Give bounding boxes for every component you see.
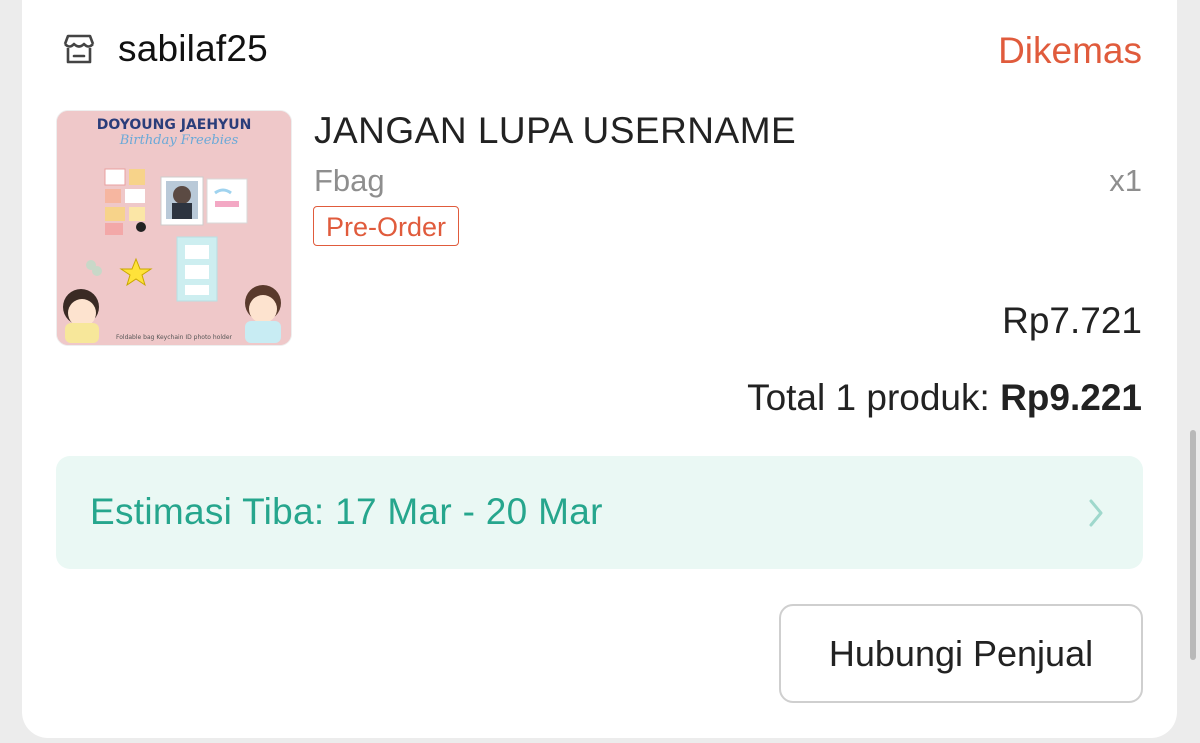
thumb-subtitle: Birthday Freebies: [119, 133, 239, 148]
order-status: Dikemas: [998, 30, 1142, 71]
delivery-estimate-text: Estimasi Tiba: 17 Mar - 20 Mar: [90, 491, 603, 532]
chibi-right: [245, 285, 281, 343]
chibi-left: [63, 289, 99, 343]
scrollbar[interactable]: [1190, 430, 1196, 660]
contact-seller-button[interactable]: Hubungi Penjual: [779, 604, 1143, 703]
order-total: Total 1 produk: Rp9.221: [747, 377, 1142, 419]
product-thumbnail[interactable]: DOYOUNG JAEHYUN Birthday Freebies Foldab…: [56, 110, 292, 346]
product-image: DOYOUNG JAEHYUN Birthday Freebies Foldab…: [57, 111, 291, 345]
thumb-caption: Foldable bag Keychain ID photo holder: [116, 334, 233, 341]
chevron-right-icon: [1089, 499, 1103, 527]
product-variant: Fbag: [314, 163, 385, 198]
product-quantity: x1: [1109, 163, 1142, 198]
thumb-title: DOYOUNG JAEHYUN: [97, 117, 252, 133]
shop-name[interactable]: sabilaf25: [118, 28, 268, 70]
total-label: Total 1 produk:: [747, 377, 990, 418]
product-price: Rp7.721: [1002, 300, 1142, 341]
store-icon: [63, 34, 95, 64]
shop-header[interactable]: sabilaf25: [60, 28, 268, 70]
preorder-badge: Pre-Order: [313, 206, 460, 246]
delivery-estimate-bar[interactable]: Estimasi Tiba: 17 Mar - 20 Mar: [56, 456, 1143, 569]
total-amount: Rp9.221: [1000, 377, 1142, 418]
product-name[interactable]: JANGAN LUPA USERNAME: [314, 110, 796, 152]
